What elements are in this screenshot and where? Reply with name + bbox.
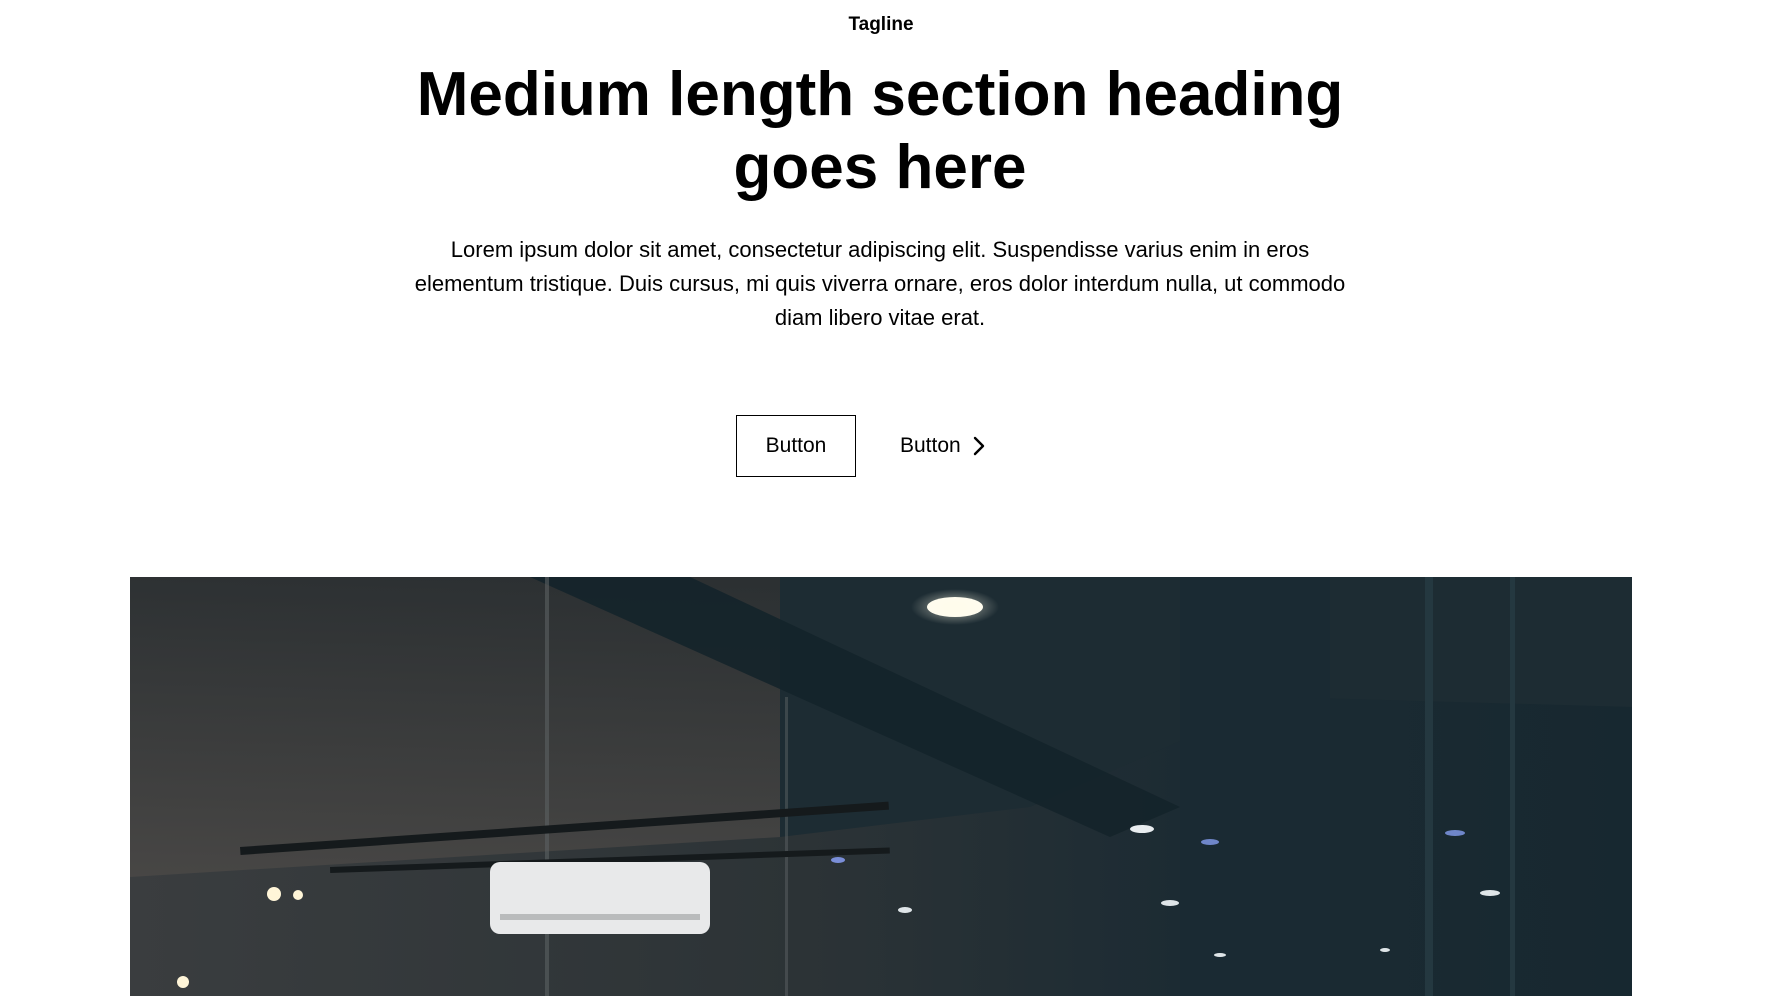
secondary-button[interactable]: Button	[900, 415, 985, 477]
hero-image	[130, 577, 1632, 996]
section-heading: Medium length section heading goes here	[416, 60, 1344, 202]
primary-button[interactable]: Button	[736, 415, 856, 477]
secondary-button-label: Button	[900, 434, 961, 457]
section-description: Lorem ipsum dolor sit amet, consectetur …	[414, 237, 1346, 330]
tagline: Tagline	[848, 14, 914, 35]
chevron-right-icon	[973, 436, 985, 456]
